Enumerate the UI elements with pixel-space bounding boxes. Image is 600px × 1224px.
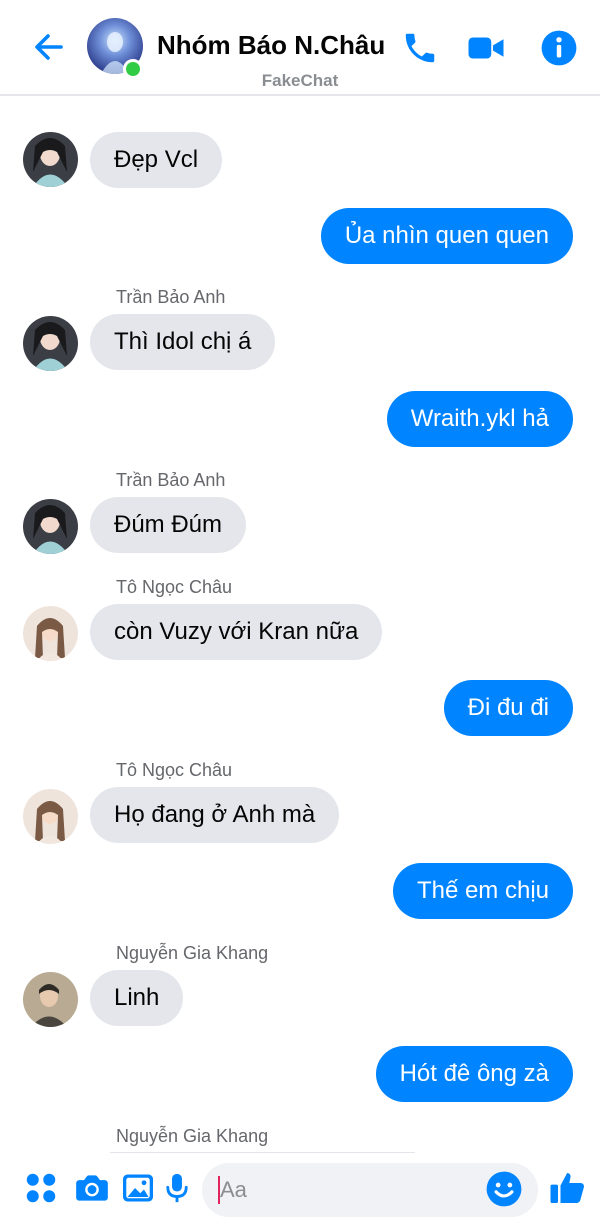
microphone-icon xyxy=(166,1173,188,1203)
video-call-button[interactable] xyxy=(464,26,508,70)
chat-header: Nhóm Báo N.Châu FakeChat xyxy=(0,0,600,96)
incoming-message-bubble[interactable]: Họ đang ở Anh mà xyxy=(90,787,340,843)
back-arrow-icon xyxy=(35,34,63,60)
outgoing-message-bubble[interactable]: Wraith.ykl hả xyxy=(386,391,573,447)
apps-grid-icon xyxy=(26,1173,56,1203)
sender-name: Trần Bảo Anh xyxy=(116,470,226,490)
message-composer xyxy=(0,1156,600,1224)
outgoing-message-bubble[interactable]: Thế em chịu xyxy=(392,863,573,919)
info-icon xyxy=(541,30,577,66)
incoming-message-bubble[interactable]: Đúm Đúm xyxy=(90,497,247,553)
emoji-button[interactable] xyxy=(484,1169,524,1209)
outgoing-message-bubble[interactable]: Ủa nhìn quen quen xyxy=(320,208,573,264)
sender-name: Trần Bảo Anh xyxy=(116,287,226,307)
sender-name: Nguyễn Gia Khang xyxy=(116,1126,269,1146)
incoming-message-bubble[interactable]: Đẹp Vcl xyxy=(90,132,223,188)
sender-name: Nguyễn Gia Khang xyxy=(116,943,269,963)
voice-call-button[interactable] xyxy=(398,26,442,70)
thumbs-up-icon xyxy=(550,1173,584,1203)
camera-icon xyxy=(76,1175,108,1201)
incoming-message-bubble[interactable]: còn Vuzy với Kran nữa xyxy=(90,604,383,660)
incoming-message-bubble[interactable]: Thì Idol chị á xyxy=(90,314,276,370)
sender-avatar[interactable] xyxy=(23,316,78,371)
sender-name: Tô Ngọc Châu xyxy=(116,760,233,780)
outgoing-message-bubble[interactable]: Hót đê ông zà xyxy=(375,1046,573,1102)
voice-record-button[interactable] xyxy=(157,1168,197,1208)
info-button[interactable] xyxy=(537,26,581,70)
message-list[interactable]: Đẹp Vcl Ủa nhìn quen quen Trần Bảo Anh T… xyxy=(0,96,600,1156)
camera-button[interactable] xyxy=(72,1168,112,1208)
message-input-container[interactable] xyxy=(202,1163,538,1217)
chat-title[interactable]: Nhóm Báo N.Châu xyxy=(157,30,385,61)
text-cursor xyxy=(218,1176,220,1204)
video-camera-icon xyxy=(468,37,504,59)
emoji-icon xyxy=(486,1171,522,1207)
image-icon xyxy=(123,1174,153,1202)
outgoing-message-bubble[interactable]: Đi đu đi xyxy=(443,680,573,736)
sender-avatar[interactable] xyxy=(23,132,78,187)
apps-button[interactable] xyxy=(21,1168,61,1208)
sender-avatar[interactable] xyxy=(23,499,78,554)
like-button[interactable] xyxy=(548,1168,588,1208)
sender-avatar[interactable] xyxy=(23,606,78,661)
message-input[interactable] xyxy=(220,1163,480,1217)
sender-avatar[interactable] xyxy=(23,789,78,844)
chat-subtitle: FakeChat xyxy=(261,71,339,90)
incoming-message-bubble[interactable]: Linh xyxy=(90,970,184,1026)
back-button[interactable] xyxy=(28,26,70,68)
phone-icon xyxy=(405,33,435,63)
gallery-button[interactable] xyxy=(118,1168,158,1208)
sender-avatar[interactable] xyxy=(23,972,78,1027)
sender-name: Tô Ngọc Châu xyxy=(116,577,233,597)
